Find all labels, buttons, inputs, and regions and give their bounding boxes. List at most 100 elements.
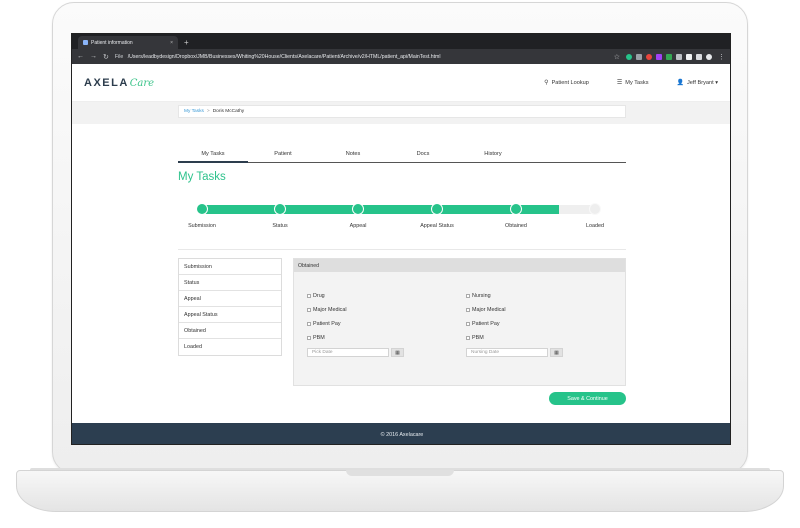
browser-toolbar: ← → ↻ File /Users/leadbydesign/Dropbox/J… [72, 49, 730, 64]
side-item-appeal[interactable]: Appeal [179, 291, 281, 307]
laptop-notch [346, 470, 454, 476]
checkbox-box[interactable] [307, 322, 311, 326]
step-dot-submission[interactable] [196, 203, 208, 215]
checkbox-patient-pay-right[interactable]: Patient Pay [466, 321, 500, 327]
obtained-panel: Obtained Drug Major Medical Patient Pay … [293, 258, 626, 386]
tab-docs[interactable]: Docs [388, 145, 458, 162]
extensions-area [626, 53, 712, 60]
checkbox-label: Drug [313, 293, 325, 299]
side-item-obtained[interactable]: Obtained [179, 323, 281, 339]
browser-tab[interactable]: Patient information × [78, 36, 178, 49]
laptop-mockup: Patient information × + ← → ↻ File /User… [0, 0, 800, 528]
checkbox-major-medical-right[interactable]: Major Medical [466, 307, 506, 313]
tab-my-tasks[interactable]: My Tasks [178, 145, 248, 163]
checkbox-label: PBM [313, 335, 325, 341]
logo-main-text: AXELA [84, 76, 129, 89]
browser-tab-title: Patient information [91, 39, 133, 46]
step-dot-obtained[interactable] [510, 203, 522, 215]
checkbox-box[interactable] [466, 336, 470, 340]
calendar-icon[interactable]: ▦ [391, 348, 404, 357]
search-icon: ⚲ [544, 80, 549, 86]
checkbox-nursing[interactable]: Nursing [466, 293, 491, 299]
panel-header: Obtained [294, 259, 625, 272]
extension-icon[interactable] [636, 53, 642, 60]
axelacare-logo[interactable]: AXELA Care [84, 77, 154, 89]
list-icon: ☰ [616, 80, 623, 86]
step-label: Loaded [586, 223, 604, 229]
nav-my-tasks[interactable]: ☰ My Tasks [616, 79, 649, 87]
checkbox-box[interactable] [307, 336, 311, 340]
profile-icon[interactable] [706, 53, 712, 60]
new-tab-icon[interactable]: + [184, 38, 189, 47]
step-dot-status[interactable] [274, 203, 286, 215]
nav-label: My Tasks [625, 79, 649, 86]
nav-label: Patient Lookup [551, 79, 589, 86]
page-favicon-icon [83, 40, 88, 45]
user-menu[interactable]: 👤 Jeff Bryant ▾ [677, 79, 718, 87]
checkbox-label: PBM [472, 335, 484, 341]
step-label: Status [272, 223, 288, 229]
side-item-status[interactable]: Status [179, 275, 281, 291]
reload-icon[interactable]: ↻ [103, 53, 109, 61]
extension-icon[interactable] [676, 53, 682, 60]
checkbox-label: Nursing [472, 293, 491, 299]
nursing-date-input[interactable]: Nursing Date [466, 348, 548, 357]
laptop-base [16, 470, 784, 512]
forward-icon[interactable]: → [90, 53, 97, 60]
checkbox-drug[interactable]: Drug [307, 293, 325, 299]
extension-icon[interactable] [696, 53, 702, 60]
extension-icon[interactable] [656, 53, 662, 60]
step-side-list: Submission Status Appeal Appeal Status O… [178, 258, 282, 356]
checkbox-label: Patient Pay [472, 321, 500, 327]
extension-icon[interactable] [686, 53, 692, 60]
extension-icon[interactable] [646, 53, 652, 60]
checkbox-box[interactable] [307, 294, 311, 298]
checkbox-major-medical[interactable]: Major Medical [307, 307, 347, 313]
breadcrumb-link[interactable]: My Tasks [184, 109, 204, 114]
pick-date-input[interactable]: Pick Date [307, 348, 389, 357]
side-item-submission[interactable]: Submission [179, 259, 281, 275]
step-label: Appeal [349, 223, 367, 229]
step-label: Submission [188, 223, 216, 229]
step-label: Appeal Status [420, 223, 454, 229]
checkbox-pbm-right[interactable]: PBM [466, 335, 484, 341]
extension-icon[interactable] [666, 53, 672, 60]
tab-patient[interactable]: Patient [248, 145, 318, 162]
progress-track [202, 205, 599, 214]
logo-accent-text: Care [129, 77, 155, 89]
checkbox-patient-pay[interactable]: Patient Pay [307, 321, 341, 327]
checkbox-box[interactable] [466, 322, 470, 326]
checkbox-pbm[interactable]: PBM [307, 335, 325, 341]
breadcrumb: My Tasks > Doris McCathy [178, 105, 626, 118]
nav-patient-lookup[interactable]: ⚲ Patient Lookup [544, 79, 589, 87]
breadcrumb-band: My Tasks > Doris McCathy [72, 102, 730, 124]
screen: Patient information × + ← → ↻ File /User… [71, 33, 731, 445]
file-scheme-label: File [114, 53, 124, 60]
checkbox-box[interactable] [307, 308, 311, 312]
extension-icon[interactable] [626, 53, 632, 60]
browser-tabstrip: Patient information × + [72, 34, 730, 49]
user-name: Jeff Bryant ▾ [687, 79, 718, 86]
checkbox-box[interactable] [466, 294, 470, 298]
side-item-loaded[interactable]: Loaded [179, 339, 281, 355]
bookmark-star-icon[interactable]: ☆ [614, 53, 620, 61]
step-dot-appeal-status[interactable] [431, 203, 443, 215]
address-bar[interactable]: File /Users/leadbydesign/Dropbox/JMB/Bus… [115, 54, 608, 60]
back-icon[interactable]: ← [77, 53, 84, 60]
tab-history[interactable]: History [458, 145, 528, 162]
header-nav: ⚲ Patient Lookup ☰ My Tasks 👤 Jeff Bryan… [544, 79, 718, 87]
browser-menu-icon[interactable]: ⋮ [718, 53, 725, 61]
side-item-appeal-status[interactable]: Appeal Status [179, 307, 281, 323]
calendar-icon[interactable]: ▦ [550, 348, 563, 357]
checkbox-box[interactable] [466, 308, 470, 312]
close-tab-icon[interactable]: × [170, 40, 173, 46]
step-dot-appeal[interactable] [352, 203, 364, 215]
checkbox-label: Major Medical [313, 307, 347, 313]
step-dot-loaded[interactable] [589, 203, 601, 215]
checkbox-label: Major Medical [472, 307, 506, 313]
page-title: My Tasks [178, 171, 226, 183]
app-header: AXELA Care ⚲ Patient Lookup ☰ My Tasks 👤… [72, 64, 730, 102]
tab-notes[interactable]: Notes [318, 145, 388, 162]
breadcrumb-current: Doris McCathy [212, 109, 245, 114]
save-continue-button[interactable]: Save & Continue [549, 392, 626, 405]
